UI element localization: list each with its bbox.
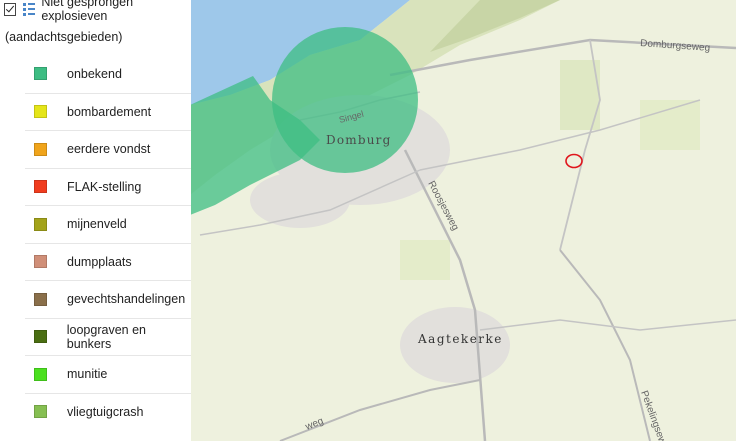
legend-swatch (34, 292, 47, 306)
legend-item-label: onbekend (67, 66, 122, 81)
legend-swatch (34, 330, 47, 344)
legend-item-label: mijnenveld (67, 217, 127, 232)
legend-item-label: dumpplaats (67, 254, 132, 269)
hazard-circle-onbekend[interactable] (272, 27, 418, 173)
legend-item-label: eerdere vondst (67, 142, 151, 157)
legend-panel: Niet gesprongen explosieven (aandachtsge… (0, 0, 191, 441)
legend-swatch (34, 405, 47, 419)
legend-swatch (34, 180, 47, 194)
place-label-domburg: Domburg (326, 133, 391, 147)
legend-item: dumpplaats (25, 242, 191, 281)
legend-item: loopgraven en bunkers (25, 317, 191, 356)
layer-checkbox[interactable] (4, 2, 17, 16)
layer-list-icon (23, 2, 36, 16)
legend-swatch (34, 105, 47, 119)
legend-swatch (34, 142, 47, 156)
legend-item-label: munitie (67, 367, 108, 382)
legend-item-label: vliegtuigcrash (67, 404, 144, 419)
layer-subtitle: (aandachtsgebieden) (5, 30, 123, 44)
legend-swatch (34, 67, 47, 81)
legend-item: onbekend (25, 55, 191, 93)
legend-item: FLAK-stelling (25, 167, 191, 206)
legend-item-label: loopgraven en bunkers (66, 322, 146, 351)
legend-swatch (34, 255, 47, 269)
legend-swatch (34, 367, 47, 381)
legend-swatch (34, 217, 47, 231)
legend-item-label: FLAK-stelling (67, 179, 142, 194)
place-label-aagtekerke: Aagtekerke (417, 332, 503, 346)
legend-list: onbekend bombardement eerdere vondst FLA… (25, 55, 191, 430)
legend-item: vliegtuigcrash (25, 392, 191, 431)
legend-item-label: bombardement (67, 104, 152, 119)
legend-item: bombardement (25, 92, 191, 131)
legend-item-label: gevechtshandelingen (67, 292, 186, 307)
layer-title: Niet gesprongen explosieven (41, 0, 134, 23)
legend-item: eerdere vondst (25, 130, 191, 168)
layer-toggle-row[interactable]: Niet gesprongen explosieven (4, 0, 191, 23)
legend-item: gevechtshandelingen (25, 280, 191, 318)
legend-item: mijnenveld (25, 205, 191, 243)
legend-item: munitie (25, 355, 191, 393)
